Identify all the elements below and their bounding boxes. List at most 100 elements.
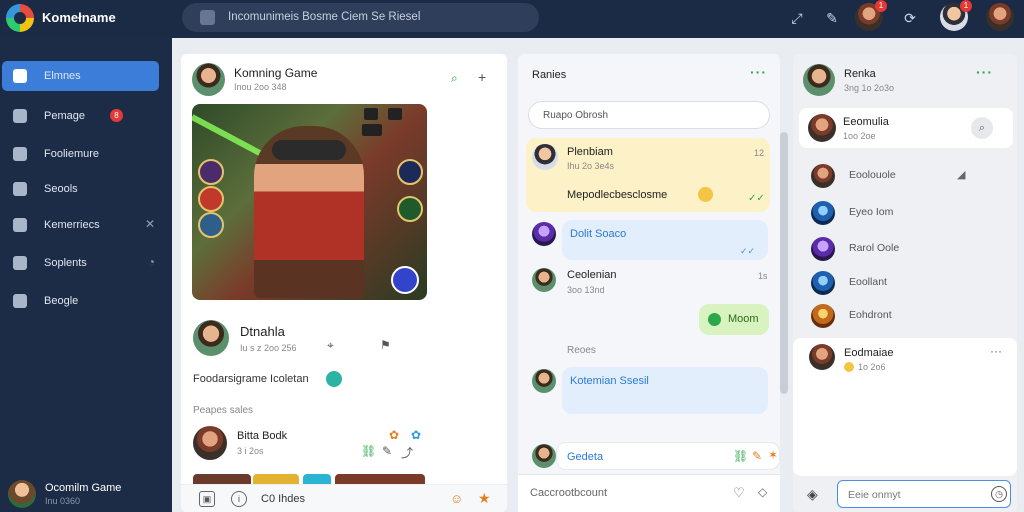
hud-icon bbox=[364, 108, 378, 120]
heart-icon[interactable]: ♡ bbox=[733, 485, 745, 501]
edit-icon[interactable]: ✎ bbox=[752, 449, 762, 463]
message-bubble[interactable]: Plenbiam Ihu 2o 3e4s 12 Mepodlecbesclosm… bbox=[526, 138, 770, 212]
message-sender: Kotemian Ssesil bbox=[570, 375, 649, 387]
global-search-input[interactable]: Incomunimeis Bosme Ciem Se Riesel bbox=[182, 3, 539, 32]
skill-icon[interactable] bbox=[198, 159, 224, 185]
message-icon bbox=[13, 109, 27, 123]
contact-time: 1oo 2oe bbox=[843, 131, 876, 141]
list-item[interactable]: Eohdront bbox=[799, 299, 1023, 333]
message-sender: Ceolenian bbox=[567, 269, 617, 281]
contacts-header-name: Renka bbox=[844, 68, 876, 80]
more-icon[interactable]: ··· bbox=[750, 64, 767, 80]
image-icon[interactable]: ▣ bbox=[199, 491, 215, 507]
skill-icon[interactable] bbox=[397, 196, 423, 222]
message-bubble[interactable]: Dolit Soaco ✓✓ bbox=[562, 220, 768, 260]
avatar bbox=[811, 237, 835, 261]
refresh-icon[interactable]: ⟳ bbox=[899, 7, 921, 29]
send-icon[interactable]: ◈ bbox=[807, 486, 818, 503]
scrollbar[interactable] bbox=[780, 132, 788, 394]
edit-icon[interactable]: ✎ bbox=[382, 444, 392, 458]
top-bar: Komełname Incomunimeis Bosme Ciem Se Rie… bbox=[0, 0, 1024, 38]
list-item[interactable]: Rarol Oole bbox=[799, 232, 1023, 266]
profile-avatar[interactable] bbox=[986, 3, 1014, 31]
emoji-icon bbox=[326, 371, 342, 387]
contact-message-input[interactable]: Eeie onmyt ◷ bbox=[837, 480, 1011, 508]
pin-icon[interactable]: ⌖ bbox=[327, 338, 334, 353]
avatar bbox=[193, 426, 227, 460]
edit-icon[interactable]: ✎ bbox=[821, 7, 843, 29]
avatar bbox=[193, 320, 229, 356]
message-sender: Plenbiam bbox=[567, 146, 613, 158]
current-user[interactable]: Ocomilm Game Inu 0360 bbox=[8, 480, 168, 510]
list-item[interactable]: Eoollant bbox=[799, 266, 1023, 300]
comment-sub: 3 i 2os bbox=[237, 446, 264, 456]
like-icon[interactable]: ☺ bbox=[450, 491, 463, 506]
chat-search-input[interactable]: Ruapo Obrosh bbox=[528, 101, 770, 129]
message-badge: 1 bbox=[960, 0, 972, 12]
contact-name: Eeomulia bbox=[843, 116, 889, 128]
post-time: Inou 2oo 348 bbox=[234, 82, 287, 92]
messages-avatar[interactable]: 1 bbox=[940, 0, 972, 31]
tag-icon[interactable]: ◇ bbox=[758, 485, 767, 499]
sidebar-item-store[interactable]: Fooliemure bbox=[2, 139, 159, 169]
more-icon[interactable]: ··· bbox=[990, 344, 1002, 358]
search-icon[interactable]: ⌕ bbox=[451, 71, 458, 86]
avatar bbox=[532, 144, 558, 170]
link-icon[interactable]: ⛓ bbox=[361, 444, 376, 458]
section-label: Peapes sales bbox=[193, 405, 254, 416]
status-icon: ◔ bbox=[147, 255, 155, 269]
thumbnail[interactable] bbox=[193, 474, 251, 484]
game-artwork[interactable] bbox=[192, 104, 427, 300]
message-sender: Dolit Soaco bbox=[570, 228, 627, 240]
sidebar-item-label: Seools bbox=[44, 183, 78, 195]
thumbnail[interactable] bbox=[303, 474, 331, 484]
reaction-icon: ✿ bbox=[411, 428, 422, 442]
thumbnail[interactable] bbox=[253, 474, 299, 484]
avatar bbox=[532, 444, 556, 468]
skill-icon[interactable] bbox=[198, 186, 224, 212]
info-icon[interactable]: i bbox=[231, 491, 247, 507]
sidebar-item-tags[interactable]: Kemerriecs ✕ bbox=[2, 210, 159, 240]
sidebar-item-charts[interactable]: Soplents ◔ bbox=[2, 248, 159, 278]
sidebar-item-label: Kemerriecs bbox=[44, 219, 100, 231]
avatar bbox=[8, 480, 36, 508]
recent-contact[interactable]: Eodmaiae 1o 2o6 ··· bbox=[793, 338, 1017, 476]
feed-footer: ▣ i C0 Ihdes ☺ ★ bbox=[181, 484, 507, 512]
expand-icon[interactable]: ⤢ bbox=[786, 7, 808, 29]
message-text: Mepodlecbesclosme bbox=[567, 189, 668, 201]
list-item[interactable]: Eoolouole ◢ bbox=[799, 159, 1023, 193]
notifications-avatar[interactable]: 1 bbox=[855, 0, 887, 31]
skill-icon[interactable] bbox=[198, 212, 224, 238]
tools-icon bbox=[13, 182, 27, 196]
sidebar-item-messages[interactable]: Pemage 8 bbox=[2, 101, 159, 131]
clock-icon[interactable]: ◷ bbox=[991, 486, 1007, 502]
message-bubble[interactable]: Kotemian Ssesil bbox=[562, 367, 768, 414]
sidebar-item-home[interactable]: Elmnes bbox=[2, 61, 159, 91]
share-icon[interactable]: ⤴ bbox=[401, 444, 413, 461]
search-icon[interactable]: ⌕ bbox=[971, 117, 993, 139]
thumbnail[interactable] bbox=[335, 474, 425, 484]
feed-panel: Komning Game Inou 2oo 348 ⌕ + Dtnahla Iu… bbox=[181, 54, 507, 512]
chart-icon bbox=[13, 256, 27, 270]
link-icon[interactable]: ⛓ bbox=[733, 449, 748, 463]
message-time: 3oo 13nd bbox=[567, 285, 605, 295]
star-icon[interactable]: ★ bbox=[478, 490, 491, 507]
sidebar-item-building[interactable]: Beogle bbox=[2, 286, 159, 316]
list-item[interactable]: Eyeo Iom bbox=[799, 196, 1023, 230]
message-bubble[interactable]: Gedeta ⛓ ✎ ✶ bbox=[556, 442, 780, 470]
add-icon[interactable]: + bbox=[478, 69, 486, 85]
flag-icon[interactable]: ⚑ bbox=[380, 338, 391, 352]
chat-message-input[interactable]: Caccrootbcount ♡ ◇ bbox=[518, 474, 780, 512]
action-button[interactable] bbox=[391, 266, 419, 294]
message-bubble[interactable]: Moom bbox=[699, 304, 769, 335]
app-logo[interactable] bbox=[6, 4, 34, 32]
skill-icon[interactable] bbox=[397, 159, 423, 185]
star-icon[interactable]: ✶ bbox=[768, 448, 778, 462]
featured-contact[interactable]: Eeomulia 1oo 2oe ⌕ bbox=[799, 108, 1013, 148]
close-icon[interactable]: ✕ bbox=[145, 217, 155, 231]
sidebar-item-tools[interactable]: Seools bbox=[2, 174, 159, 204]
contact-input-placeholder: Eeie onmyt bbox=[848, 489, 901, 501]
contact-name: Eoollant bbox=[849, 276, 887, 288]
more-icon[interactable]: ··· bbox=[976, 64, 993, 80]
avatar bbox=[803, 64, 835, 96]
